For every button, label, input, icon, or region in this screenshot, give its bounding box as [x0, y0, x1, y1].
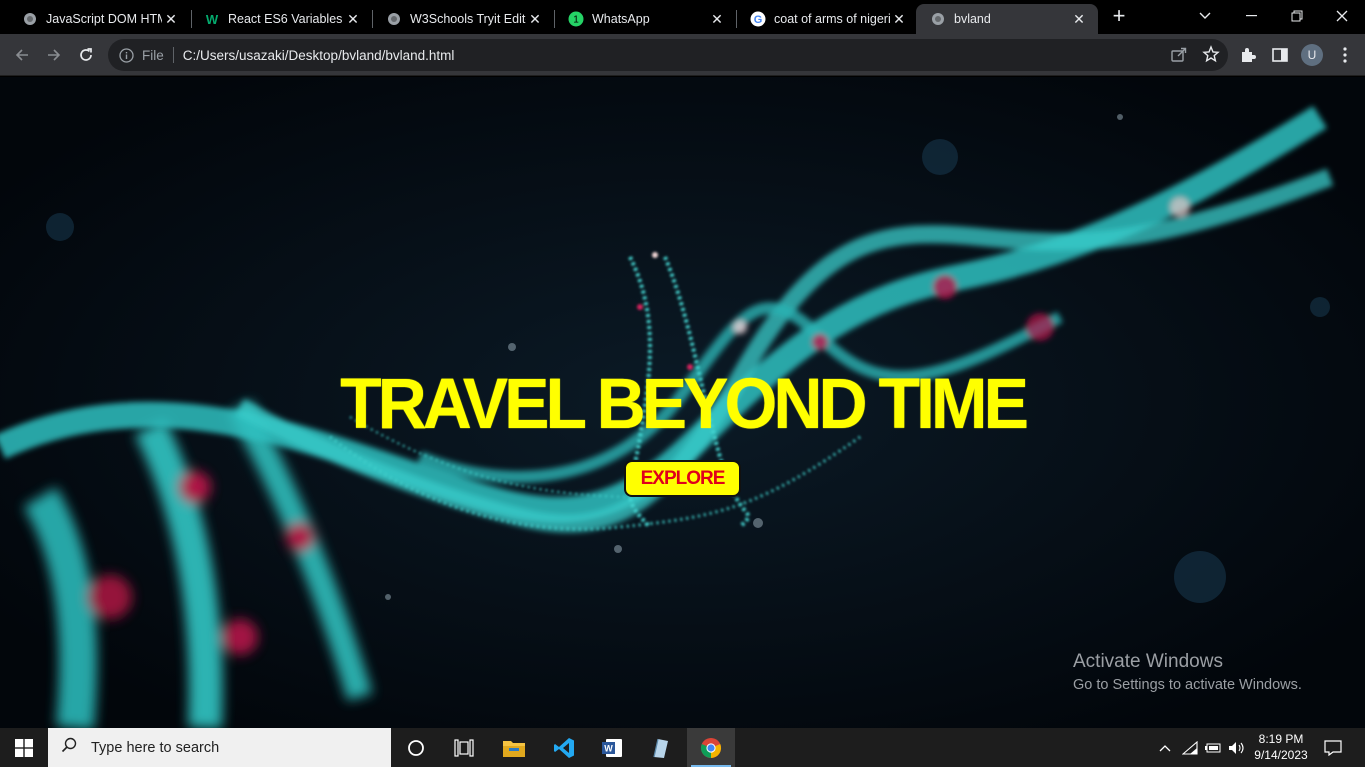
clock-date: 9/14/2023 — [1254, 748, 1308, 762]
tab-react-es6[interactable]: W React ES6 Variables ✕ — [190, 4, 372, 34]
globe-icon — [22, 11, 38, 27]
menu-kebab-icon[interactable] — [1334, 44, 1356, 66]
scheme-label: File — [142, 47, 164, 63]
extensions-icon[interactable] — [1237, 44, 1259, 66]
tab-coat-of-arms[interactable]: G coat of arms of nigeria ✕ — [736, 4, 918, 34]
divider — [172, 47, 174, 63]
taskbar-vscode[interactable] — [540, 728, 588, 767]
taskbar-search-box[interactable]: Type here to search — [48, 728, 391, 767]
watermark-subtitle: Go to Settings to activate Windows. — [1073, 677, 1302, 693]
url-text[interactable]: C:/Users/usazaki/Desktop/bvland/bvland.h… — [183, 48, 455, 63]
chrome-icon — [700, 737, 722, 758]
tab-title: coat of arms of nigeria — [774, 12, 890, 26]
close-icon[interactable]: ✕ — [890, 10, 908, 28]
tab-title: W3Schools Tryit Editor — [410, 12, 526, 26]
taskbar-notepad[interactable] — [636, 728, 684, 767]
tab-title: WhatsApp — [592, 12, 650, 26]
svg-text:W: W — [604, 743, 613, 753]
tab-title: bvland — [954, 12, 991, 26]
cortana-button[interactable] — [392, 728, 440, 767]
taskbar-file-explorer[interactable] — [490, 728, 538, 767]
bookmark-star-icon[interactable] — [1202, 45, 1220, 68]
address-bar[interactable]: File C:/Users/usazaki/Desktop/bvland/bvl… — [108, 39, 1228, 71]
tab-w3schools-tryit[interactable]: W3Schools Tryit Editor ✕ — [372, 4, 554, 34]
close-window-button[interactable] — [1319, 0, 1365, 32]
restore-button[interactable] — [1274, 0, 1320, 32]
activate-windows-watermark: Activate Windows Go to Settings to activ… — [1073, 651, 1302, 693]
reload-button[interactable] — [73, 42, 99, 68]
task-view-icon — [454, 738, 474, 757]
tab-whatsapp[interactable]: 1 WhatsApp ✕ — [554, 4, 736, 34]
tab-strip: JavaScript DOM HTML ✕ W React ES6 Variab… — [0, 0, 1365, 34]
tab-title: React ES6 Variables — [228, 12, 343, 26]
restore-icon — [1291, 10, 1303, 22]
cortana-circle-icon — [408, 739, 424, 756]
svg-text:G: G — [754, 14, 763, 26]
minimize-button[interactable] — [1228, 0, 1274, 32]
vscode-icon — [554, 737, 574, 758]
avatar: U — [1301, 44, 1323, 66]
new-tab-button[interactable]: + — [1108, 5, 1130, 28]
page-viewport: TRAVEL BEYOND TIME EXPLORE Activate Wind… — [0, 77, 1365, 728]
whatsapp-icon: 1 — [568, 11, 584, 27]
back-button[interactable] — [9, 42, 35, 68]
globe-icon — [386, 11, 402, 27]
tab-bvland[interactable]: bvland ✕ — [916, 4, 1098, 34]
explore-button[interactable]: EXPLORE — [624, 460, 741, 497]
notifications-icon[interactable] — [1320, 728, 1346, 767]
hero-title: TRAVEL BEYOND TIME — [340, 364, 1029, 444]
reload-icon — [80, 48, 92, 61]
minimize-icon — [1245, 15, 1257, 17]
chevron-up-icon — [1159, 744, 1171, 751]
close-icon[interactable]: ✕ — [526, 10, 544, 28]
taskbar-word[interactable]: W — [588, 728, 636, 767]
task-view-button[interactable] — [440, 728, 488, 767]
google-icon: G — [750, 11, 766, 27]
tab-search-button[interactable] — [1182, 0, 1228, 32]
windows-taskbar: Type here to search W 8:19 PM 9/14/2023 — [0, 728, 1365, 767]
search-icon — [61, 737, 77, 758]
info-icon[interactable] — [118, 47, 134, 63]
share-icon[interactable] — [1170, 45, 1188, 68]
network-icon[interactable] — [1180, 728, 1200, 767]
close-icon[interactable]: ✕ — [344, 10, 362, 28]
notepad-icon — [653, 738, 668, 758]
close-icon[interactable]: ✕ — [708, 10, 726, 28]
volume-icon[interactable] — [1226, 728, 1248, 767]
tab-title: JavaScript DOM HTML — [46, 12, 162, 26]
arrow-left-icon — [15, 49, 28, 61]
word-icon: W — [602, 738, 622, 757]
forward-button[interactable] — [41, 42, 67, 68]
close-icon[interactable]: ✕ — [1070, 10, 1088, 28]
chevron-down-icon — [1199, 12, 1211, 19]
clock-time: 8:19 PM — [1258, 732, 1304, 746]
w3schools-icon: W — [205, 11, 219, 27]
search-placeholder: Type here to search — [91, 739, 220, 756]
start-button[interactable] — [0, 728, 48, 767]
windows-logo-icon — [15, 738, 33, 757]
taskbar-chrome[interactable] — [687, 728, 735, 767]
battery-icon[interactable] — [1202, 728, 1224, 767]
globe-icon — [930, 11, 946, 27]
svg-text:1: 1 — [573, 15, 579, 26]
side-panel-icon[interactable] — [1269, 44, 1291, 66]
close-icon — [1336, 10, 1348, 22]
watermark-title: Activate Windows — [1073, 651, 1223, 672]
profile-avatar[interactable]: U — [1301, 44, 1323, 66]
tab-javascript-dom[interactable]: JavaScript DOM HTML ✕ — [8, 4, 190, 34]
show-hidden-icons[interactable] — [1155, 728, 1175, 767]
browser-toolbar: File C:/Users/usazaki/Desktop/bvland/bvl… — [0, 34, 1365, 76]
file-explorer-icon — [503, 740, 525, 757]
arrow-right-icon — [48, 49, 61, 61]
system-clock[interactable]: 8:19 PM 9/14/2023 — [1248, 731, 1314, 763]
close-icon[interactable]: ✕ — [162, 10, 180, 28]
